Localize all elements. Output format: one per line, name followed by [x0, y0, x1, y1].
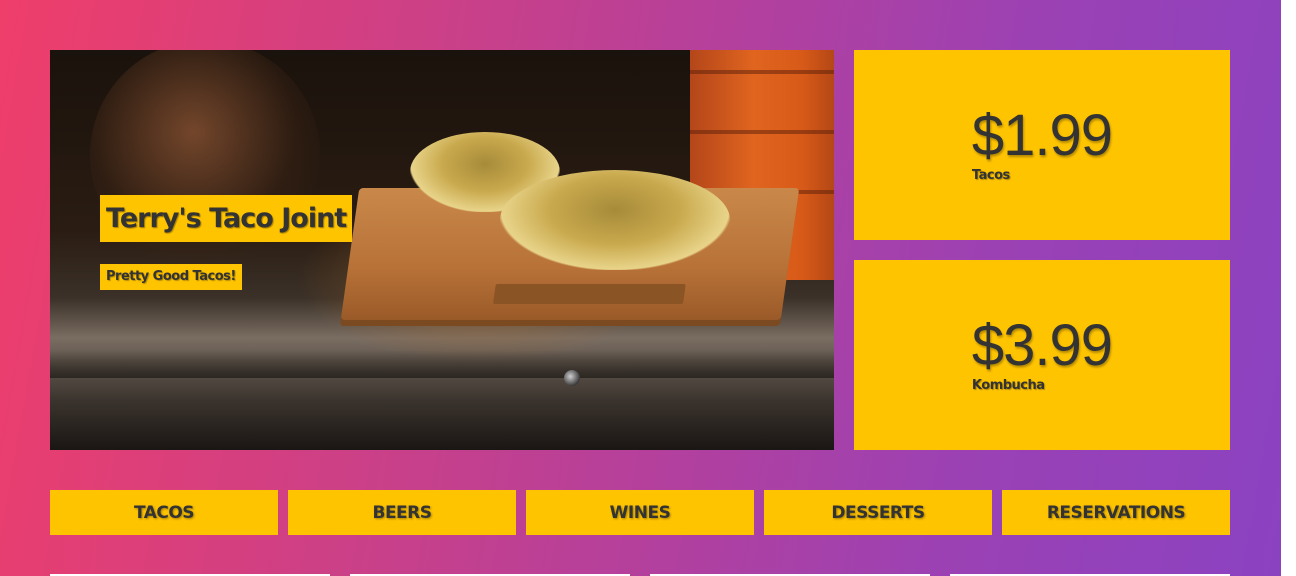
nav-tacos-button[interactable]: TACOS: [50, 490, 278, 535]
price-card-tacos: $1.99 Tacos: [854, 50, 1230, 240]
price-label: Kombucha: [971, 378, 1045, 393]
scrollbar-gutter: [1281, 0, 1296, 576]
nav-wines-button[interactable]: WINES: [526, 490, 754, 535]
price-label: Tacos: [971, 168, 1010, 183]
main-nav: TACOS BEERS WINES DESSERTS RESERVATIONS: [50, 490, 1230, 535]
nav-reservations-button[interactable]: RESERVATIONS: [1002, 490, 1230, 535]
price-amount: $3.99: [971, 313, 1113, 378]
hero-subtitle: Pretty Good Tacos!: [100, 264, 242, 290]
price-card-kombucha: $3.99 Kombucha: [854, 260, 1230, 450]
price-amount: $1.99: [971, 103, 1113, 168]
hero-title: Terry's Taco Joint: [100, 195, 353, 242]
hero-banner: Terry's Taco Joint Pretty Good Tacos!: [50, 50, 834, 450]
nav-beers-button[interactable]: BEERS: [288, 490, 516, 535]
nav-desserts-button[interactable]: DESSERTS: [764, 490, 992, 535]
